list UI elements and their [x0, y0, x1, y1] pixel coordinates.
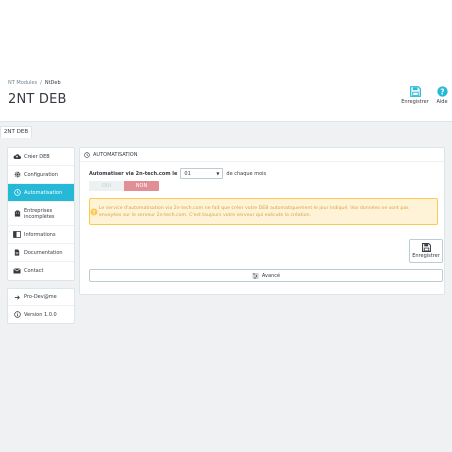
- sliders-icon: [252, 272, 259, 279]
- sidebar-item-label: Version 1.0.0: [24, 311, 57, 318]
- info-circle-icon: [13, 311, 21, 318]
- sidebar-item-version: Version 1.0.0: [8, 306, 74, 323]
- svg-text:?: ?: [440, 87, 444, 96]
- sidebar-item-contact[interactable]: Contact: [8, 262, 74, 280]
- sidebar-item-label: Documentation: [24, 249, 63, 256]
- sidebar-item-label: Contact: [24, 268, 44, 274]
- sidebar-item-label: Automatisation: [24, 189, 63, 196]
- info-book-icon: [13, 231, 21, 238]
- sidebar-item-label: Informations: [24, 231, 56, 238]
- sidebar: Créer DEB Configuration Automatisation E…: [7, 147, 75, 324]
- sidebar-nav: Créer DEB Configuration Automatisation E…: [7, 147, 75, 281]
- warning-icon: [90, 208, 99, 216]
- page-header: NT Modules / NtDeb 2NT DEB Enregistrer ? A…: [0, 0, 452, 122]
- toolbar-help-label: Aide: [436, 99, 448, 105]
- page-title: 2NT DEB: [8, 92, 67, 107]
- warning-text: Le service d'automatisation via 2n-tech.…: [98, 205, 409, 218]
- sidebar-item-label: Entreprises incomplètes: [24, 207, 55, 220]
- toggle-option-yes[interactable]: OUI: [89, 181, 124, 191]
- breadcrumb: NT Modules / NtDeb: [8, 80, 61, 86]
- help-icon: ?: [436, 86, 448, 97]
- advanced-button[interactable]: Avancé: [89, 269, 443, 282]
- sidebar-item-automatisation[interactable]: Automatisation: [8, 184, 74, 202]
- building-icon: [13, 210, 21, 217]
- save-button[interactable]: Enregistrer: [409, 239, 443, 263]
- arrow-right-icon: [13, 294, 21, 301]
- sidebar-item-entreprises-incompletes[interactable]: Entreprises incomplètes: [8, 202, 74, 226]
- sidebar-item-documentation[interactable]: Documentation: [8, 244, 74, 262]
- breadcrumb-separator: /: [40, 80, 42, 86]
- warning-alert: Le service d'automatisation via 2n-tech.…: [89, 198, 438, 225]
- floppy-disk-icon: [409, 86, 421, 97]
- breadcrumb-parent[interactable]: NT Modules: [8, 80, 37, 86]
- clock-icon: [84, 151, 90, 158]
- sidebar-item-label: Créer DEB: [24, 153, 50, 160]
- toolbar-help-button[interactable]: ? Aide: [433, 86, 451, 105]
- cloud-upload-icon: [13, 153, 21, 160]
- panel-title: Automatisation: [93, 151, 138, 158]
- gear-icon: [13, 171, 21, 178]
- automation-day-suffix: de chaque mois: [226, 170, 267, 177]
- toolbar-save-button[interactable]: Enregistrer: [400, 86, 430, 105]
- breadcrumb-current: NtDeb: [44, 80, 61, 86]
- automation-day-row: Automatiser via 2n-tech.com le 01 ▼ de c…: [89, 168, 266, 179]
- floppy-disk-icon: [421, 243, 431, 252]
- clock-icon: [13, 189, 21, 196]
- chevron-down-icon: ▼: [216, 171, 220, 176]
- sidebar-item-configuration[interactable]: Configuration: [8, 166, 74, 184]
- sidebar-item-label: Pro-Dev@me: [24, 294, 57, 300]
- envelope-icon: [13, 268, 21, 274]
- file-icon: [13, 249, 21, 256]
- save-button-label: Enregistrer: [412, 253, 440, 259]
- module-tabs: 2NT DEB: [0, 126, 452, 138]
- toggle-option-no[interactable]: NON: [124, 181, 159, 191]
- advanced-button-label: Avancé: [261, 272, 281, 279]
- sidebar-item-informations[interactable]: Informations: [8, 226, 74, 244]
- automation-day-label: Automatiser via 2n-tech.com le: [89, 170, 178, 177]
- sidebar-item-label: Configuration: [24, 171, 58, 178]
- automation-toggle[interactable]: OUI NON: [89, 181, 159, 191]
- tab-2nt-deb[interactable]: 2NT DEB: [0, 126, 32, 138]
- sidebar-item-pro-devame[interactable]: Pro-Dev@me: [8, 289, 74, 306]
- toolbar-save-label: Enregistrer: [401, 99, 429, 105]
- day-select-value: 01: [184, 170, 191, 177]
- automatisation-panel: Automatisation Automatiser via 2n-tech.c…: [79, 147, 445, 295]
- sidebar-extra: Pro-Dev@me Version 1.0.0: [7, 288, 75, 324]
- sidebar-item-creer-deb[interactable]: Créer DEB: [8, 148, 74, 166]
- panel-header: Automatisation: [80, 148, 444, 162]
- day-select[interactable]: 01 ▼: [180, 168, 224, 179]
